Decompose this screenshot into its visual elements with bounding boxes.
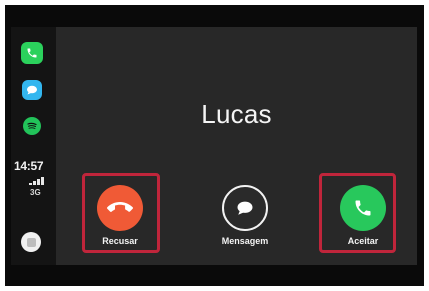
status-time: 14:57 (14, 159, 44, 173)
message-reply-button[interactable]: Mensagem (209, 177, 281, 246)
message-bubble-icon (237, 201, 253, 215)
decline-highlight-box (82, 173, 160, 253)
spotify-icon (27, 122, 37, 129)
speech-bubble-icon (27, 85, 37, 95)
home-icon (26, 237, 36, 247)
messages-app-icon[interactable] (22, 80, 42, 100)
caller-name: Lucas (201, 99, 272, 129)
signal-strength-icon (29, 177, 47, 185)
home-button[interactable] (21, 232, 41, 252)
network-type: 3G (30, 188, 41, 197)
phone-app-icon[interactable] (21, 42, 43, 64)
spotify-app-icon[interactable] (23, 117, 41, 135)
accept-highlight-box (319, 173, 396, 253)
message-circle[interactable] (222, 185, 268, 231)
message-label: Mensagem (221, 236, 269, 246)
phone-icon (27, 48, 37, 58)
carplay-dock: 14:57 3G (11, 27, 56, 265)
